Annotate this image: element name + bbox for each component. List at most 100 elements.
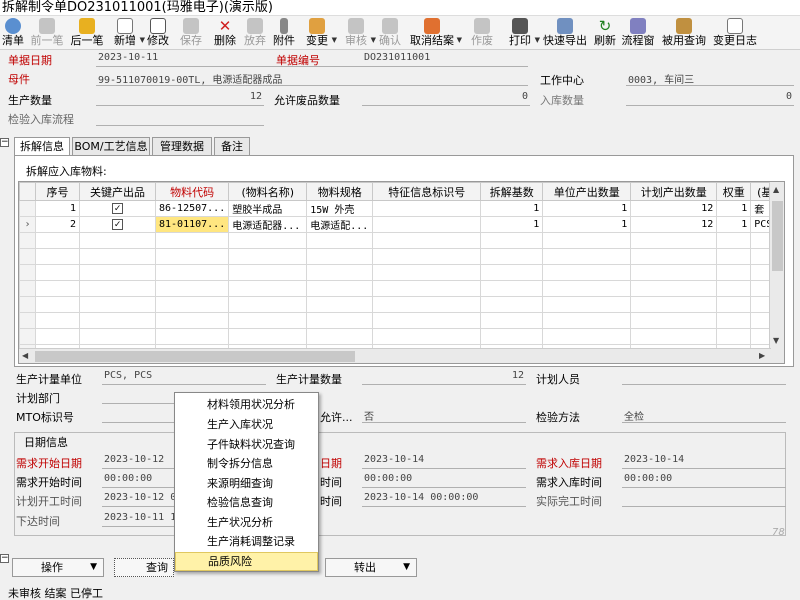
cell-key-output[interactable]: ✓	[79, 200, 156, 217]
change-log-button[interactable]: 变更日志	[710, 16, 760, 50]
operate-button[interactable]: 操作 ▼	[12, 558, 104, 577]
vertical-scrollbar[interactable]: ▲ ▼	[769, 182, 784, 363]
cell-material-code[interactable]: 86-12507...	[154, 200, 230, 217]
new-button[interactable]: 新增 ▼	[111, 16, 145, 50]
confirm-button[interactable]: 确认	[376, 16, 404, 50]
col-weight[interactable]: 权重	[716, 182, 752, 201]
req-start-date-field[interactable]: 2023-10-12	[104, 454, 164, 465]
col-feature-id[interactable]: 特征信息标识号	[372, 182, 482, 201]
edit-button[interactable]: 修改	[145, 16, 171, 50]
workflow-button[interactable]: 流程窗	[620, 16, 656, 50]
cell-material-name[interactable]: 电源适配器...	[228, 216, 308, 233]
doc-date-field[interactable]: 2023-10-11	[98, 52, 158, 63]
tab-management[interactable]: 管理数据	[152, 137, 212, 155]
cell-plan-output[interactable]: 12	[630, 200, 718, 217]
attach-button[interactable]: 附件	[270, 16, 298, 50]
allow-field[interactable]: 否	[364, 408, 374, 423]
col-unit-output[interactable]: 单位产出数量	[542, 182, 632, 201]
menu-item-shortage-query[interactable]: 子件缺料状况查询	[175, 435, 318, 454]
refresh-button[interactable]: ↻ 刷新	[592, 16, 618, 50]
next-button[interactable]: 后一笔	[68, 16, 106, 50]
cancel-close-button[interactable]: 取消结案 ▼	[408, 16, 462, 50]
col-key-output[interactable]: 关键产出品	[79, 182, 156, 201]
doc-no-field[interactable]: DO231011001	[364, 52, 430, 63]
scroll-left-icon[interactable]: ◀	[22, 351, 28, 360]
cell-seq[interactable]: 2	[35, 216, 80, 233]
row-indicator[interactable]	[19, 200, 36, 217]
req-start-time-field[interactable]: 00:00:00	[104, 473, 152, 484]
menu-item-split-info[interactable]: 制令拆分信息	[175, 454, 318, 473]
stockin-qty-field[interactable]: 0	[628, 91, 792, 102]
cell-feature-id[interactable]	[372, 200, 482, 217]
cell-plan-output[interactable]: 12	[630, 216, 718, 233]
scrollbar-thumb[interactable]	[35, 351, 355, 362]
cell-material-name[interactable]: 塑胶半成品	[228, 200, 308, 217]
discard-button[interactable]: 放弃	[241, 16, 269, 50]
col-material-name[interactable]: (物料名称)	[228, 182, 308, 201]
cell-feature-id[interactable]	[372, 216, 482, 233]
parent-field[interactable]: 99-511070019-00TL, 电源适配器成品	[98, 71, 282, 86]
cell-key-output[interactable]: ✓	[79, 216, 156, 233]
mid-time2-field[interactable]: 2023-10-14 00:00:00	[364, 492, 478, 503]
col-seq[interactable]: 序号	[35, 182, 80, 201]
inspect-method-field[interactable]: 全检	[624, 408, 644, 423]
checkbox[interactable]: ✓	[112, 219, 123, 230]
change-button[interactable]: 变更 ▼	[303, 16, 337, 50]
horizontal-scrollbar[interactable]: ◀ ▶	[19, 348, 771, 363]
cell-unit-output[interactable]: 1	[542, 200, 632, 217]
mid-date-field[interactable]: 2023-10-14	[364, 454, 424, 465]
prod-qty-field[interactable]: 12	[98, 91, 262, 102]
scroll-down-icon[interactable]: ▼	[773, 336, 779, 345]
scroll-up-icon[interactable]: ▲	[773, 185, 779, 194]
col-material-spec[interactable]: 物料规格	[306, 182, 374, 201]
checkbox[interactable]: ✓	[112, 203, 123, 214]
export-button[interactable]: 快速导出	[541, 16, 589, 50]
req-in-time-field[interactable]: 00:00:00	[624, 473, 672, 484]
print-button[interactable]: 打印 ▼	[506, 16, 540, 50]
delete-button[interactable]: ✕ 删除	[211, 16, 239, 50]
table-row[interactable]: › 2 ✓ 81-01107... 电源适配器... 电源适配... 1 1 1…	[19, 216, 780, 233]
list-button[interactable]: 清单	[0, 16, 26, 50]
void-button[interactable]: 作废	[468, 16, 496, 50]
cell-seq[interactable]: 1	[35, 200, 80, 217]
cell-disassembly-base[interactable]: 1	[480, 216, 544, 233]
scrap-qty-field[interactable]: 0	[364, 91, 528, 102]
used-query-button[interactable]: 被用查询	[660, 16, 708, 50]
mid-time-field[interactable]: 00:00:00	[364, 473, 412, 484]
cell-weight[interactable]: 1	[716, 200, 752, 217]
scroll-right-icon[interactable]: ▶	[759, 351, 765, 360]
cell-material-code[interactable]: 81-01107...	[154, 216, 230, 233]
col-disassembly-base[interactable]: 拆解基数	[480, 182, 544, 201]
collapse-toggle[interactable]: −	[0, 554, 9, 563]
cell-disassembly-base[interactable]: 1	[480, 200, 544, 217]
plan-qty-field[interactable]: 12	[364, 370, 524, 381]
scrollbar-thumb[interactable]	[772, 201, 783, 271]
save-button[interactable]: 保存	[177, 16, 205, 50]
menu-item-source-detail[interactable]: 来源明细查询	[175, 474, 318, 493]
collapse-toggle[interactable]: −	[0, 138, 9, 147]
tab-notes[interactable]: 备注	[214, 137, 250, 155]
work-center-field[interactable]: 0003, 车间三	[628, 71, 694, 86]
cell-unit-output[interactable]: 1	[542, 216, 632, 233]
transfer-button[interactable]: 转出 ▼	[325, 558, 417, 577]
plan-unit-field[interactable]: PCS, PCS	[104, 370, 152, 381]
prev-button[interactable]: 前一笔	[28, 16, 66, 50]
menu-item-consumption-adjust[interactable]: 生产消耗调整记录	[175, 532, 318, 551]
menu-item-inspection-query[interactable]: 检验信息查询	[175, 493, 318, 512]
cell-material-spec[interactable]: 电源适配...	[306, 216, 374, 233]
menu-item-stockin-status[interactable]: 生产入库状况	[175, 415, 318, 434]
cell-material-spec[interactable]: 15W 外壳	[306, 200, 374, 217]
query-button[interactable]: 查询	[114, 558, 174, 577]
menu-item-production-analysis[interactable]: 生产状况分析	[175, 513, 318, 532]
cell-weight[interactable]: 1	[716, 216, 752, 233]
plan-start-field[interactable]: 2023-10-12 00	[104, 492, 182, 503]
issue-time-field[interactable]: 2023-10-11 14	[104, 512, 182, 523]
audit-button[interactable]: 审核 ▼	[342, 16, 376, 50]
table-row[interactable]: 1 ✓ 86-12507... 塑胶半成品 15W 外壳 1 1 12 1 套	[19, 200, 780, 217]
req-in-date-field[interactable]: 2023-10-14	[624, 454, 684, 465]
col-plan-output[interactable]: 计划产出数量	[630, 182, 718, 201]
menu-item-material-usage[interactable]: 材料领用状况分析	[175, 395, 318, 414]
current-row-indicator[interactable]: ›	[19, 216, 36, 233]
col-material-code[interactable]: 物料代码	[154, 182, 230, 201]
tab-bom[interactable]: BOM/工艺信息	[72, 137, 150, 155]
